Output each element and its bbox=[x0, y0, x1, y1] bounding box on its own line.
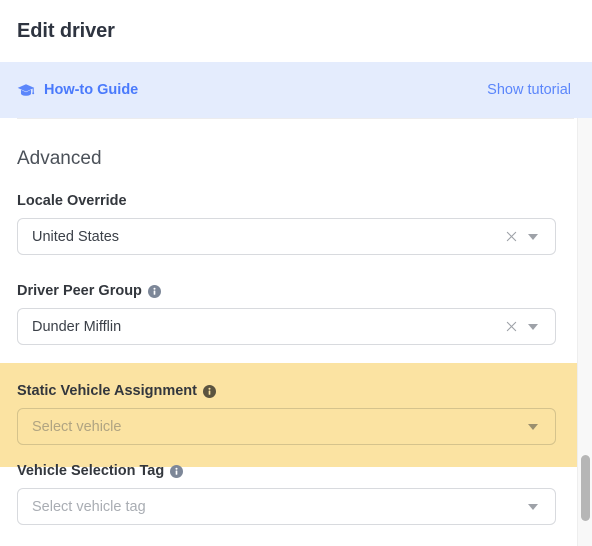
show-tutorial-link[interactable]: Show tutorial bbox=[487, 82, 571, 98]
how-to-guide-link[interactable]: How-to Guide bbox=[17, 82, 138, 98]
label-locale-override: Locale Override bbox=[17, 193, 575, 209]
panel-header: Edit driver bbox=[0, 0, 592, 62]
clear-icon[interactable] bbox=[501, 317, 521, 337]
select-static-vehicle-assignment-placeholder: Select vehicle bbox=[32, 418, 122, 435]
select-vehicle-selection-tag[interactable]: Select vehicle tag bbox=[17, 488, 556, 525]
scrollbar-thumb[interactable] bbox=[581, 455, 590, 521]
chevron-down-icon[interactable] bbox=[521, 497, 545, 517]
edit-driver-panel: Edit driver How-to Guide Show tutorial A… bbox=[0, 0, 592, 546]
advanced-settings-scroll-area: Advanced Locale Override United States D… bbox=[0, 118, 592, 546]
content-divider bbox=[17, 118, 574, 119]
select-vehicle-selection-tag-placeholder: Select vehicle tag bbox=[32, 498, 146, 515]
label-vehicle-selection-tag: Vehicle Selection Tag bbox=[17, 463, 575, 479]
label-text: Static Vehicle Assignment bbox=[17, 383, 197, 399]
label-driver-peer-group: Driver Peer Group bbox=[17, 283, 575, 299]
select-driver-peer-group[interactable]: Dunder Mifflin bbox=[17, 308, 556, 345]
select-static-vehicle-assignment[interactable]: Select vehicle bbox=[17, 408, 556, 445]
vertical-scrollbar[interactable] bbox=[577, 118, 592, 546]
info-icon[interactable] bbox=[147, 284, 161, 298]
label-text: Driver Peer Group bbox=[17, 283, 142, 299]
clear-icon[interactable] bbox=[501, 227, 521, 247]
field-group-static-vehicle-assignment: Static Vehicle Assignment Select vehicle bbox=[0, 363, 592, 467]
info-icon[interactable] bbox=[202, 384, 216, 398]
field-group-vehicle-selection-tag: Vehicle Selection Tag Select vehicle tag bbox=[0, 463, 592, 525]
label-text: Vehicle Selection Tag bbox=[17, 463, 165, 479]
select-locale-override[interactable]: United States bbox=[17, 218, 556, 255]
chevron-down-icon[interactable] bbox=[521, 227, 545, 247]
label-text: Locale Override bbox=[17, 193, 127, 209]
section-title-advanced: Advanced bbox=[17, 148, 102, 169]
graduation-cap-icon bbox=[17, 83, 35, 98]
label-static-vehicle-assignment: Static Vehicle Assignment bbox=[17, 383, 575, 399]
chevron-down-icon[interactable] bbox=[521, 317, 545, 337]
how-to-guide-banner: How-to Guide Show tutorial bbox=[0, 62, 592, 118]
select-locale-override-value: United States bbox=[32, 228, 120, 245]
how-to-guide-label: How-to Guide bbox=[44, 82, 139, 98]
page-title: Edit driver bbox=[17, 19, 115, 42]
chevron-down-icon[interactable] bbox=[521, 417, 545, 437]
select-driver-peer-group-value: Dunder Mifflin bbox=[32, 318, 122, 335]
field-group-driver-peer-group: Driver Peer Group Dunder Mifflin bbox=[0, 283, 592, 345]
info-icon[interactable] bbox=[170, 464, 184, 478]
field-group-locale-override: Locale Override United States bbox=[0, 193, 592, 255]
